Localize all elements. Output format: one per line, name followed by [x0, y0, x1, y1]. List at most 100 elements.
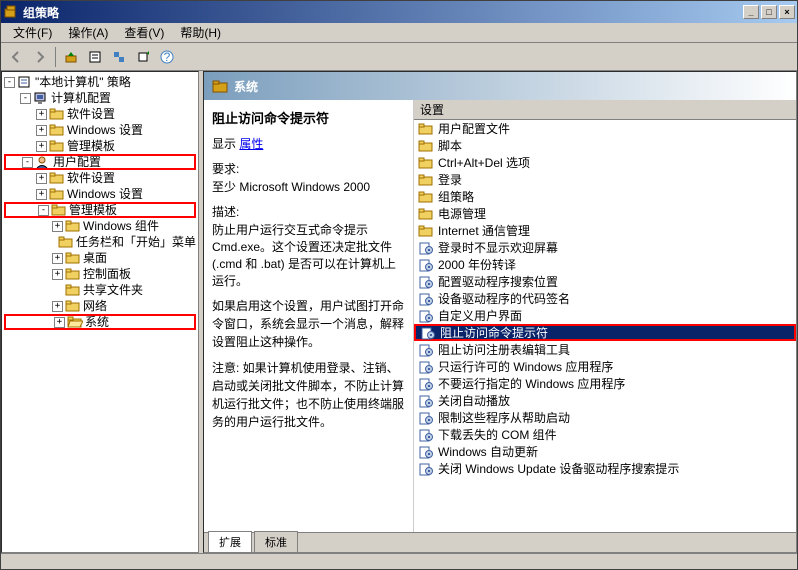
tree-item[interactable]: +Windows 组件 [4, 218, 196, 234]
list-item[interactable]: 关闭 Windows Update 设备驱动程序搜索提示 [414, 460, 796, 477]
folder-icon [418, 156, 434, 170]
tree-item[interactable]: +网络 [4, 298, 196, 314]
tree-pane[interactable]: -"本地计算机" 策略-计算机配置+软件设置+Windows 设置+管理模板-用… [1, 71, 199, 553]
tree-item-label: 共享文件夹 [83, 282, 143, 298]
expand-icon[interactable]: + [52, 253, 63, 264]
toolbar-separator [55, 47, 56, 67]
menu-help[interactable]: 帮助(H) [172, 22, 229, 43]
tree-item[interactable]: + 桌面 [4, 250, 196, 266]
tree-item-label: 桌面 [83, 250, 107, 266]
tree-item-label: 控制面板 [83, 266, 131, 282]
computer-icon [33, 91, 49, 105]
settings-list[interactable]: 设置 用户配置文件脚本Ctrl+Alt+Del 选项登录组策略电源管理Inter… [414, 100, 796, 532]
tree-item[interactable]: +管理模板 [4, 138, 196, 154]
tree-item[interactable]: 任务栏和「开始」菜单 [4, 234, 196, 250]
tree-item[interactable]: -管理模板 [4, 202, 196, 218]
tree-item[interactable]: -"本地计算机" 策略 [4, 74, 196, 90]
folder-icon [49, 171, 65, 185]
setting-icon [418, 428, 434, 442]
app-window: 组策略 _ □ × 文件(F) 操作(A) 查看(V) 帮助(H) ? -"本地… [0, 0, 798, 570]
menu-action[interactable]: 操作(A) [60, 22, 116, 43]
policy-icon [17, 75, 33, 89]
list-item-label: 下载丢失的 COM 组件 [438, 426, 557, 443]
list-item[interactable]: Internet 通信管理 [414, 222, 796, 239]
list-item[interactable]: Ctrl+Alt+Del 选项 [414, 154, 796, 171]
setting-icon [420, 326, 436, 340]
tree-item[interactable]: +系统 [4, 314, 196, 330]
list-item[interactable]: 限制这些程序从帮助启动 [414, 409, 796, 426]
close-button[interactable]: × [779, 5, 795, 19]
list-item-label: 设备驱动程序的代码签名 [438, 290, 570, 307]
tree-item[interactable]: -计算机配置 [4, 90, 196, 106]
folder-icon [65, 251, 81, 265]
menu-file[interactable]: 文件(F) [5, 22, 60, 43]
tree-item-label: Windows 设置 [67, 186, 143, 202]
collapse-icon[interactable]: - [38, 205, 49, 216]
expand-icon[interactable]: + [52, 301, 63, 312]
description-label: 描述: [212, 203, 405, 221]
export-button[interactable] [132, 46, 154, 68]
tree-item[interactable]: 共享文件夹 [4, 282, 196, 298]
expand-icon[interactable]: + [36, 173, 47, 184]
list-item[interactable]: 脚本 [414, 137, 796, 154]
setting-icon [418, 462, 434, 476]
properties-button[interactable] [84, 46, 106, 68]
expand-icon[interactable]: + [36, 125, 47, 136]
properties-link[interactable]: 属性 [239, 137, 263, 151]
list-item[interactable]: 只运行许可的 Windows 应用程序 [414, 358, 796, 375]
collapse-icon[interactable]: - [4, 77, 15, 88]
titlebar[interactable]: 组策略 _ □ × [1, 1, 797, 23]
tree-item-label: 用户配置 [53, 154, 101, 170]
list-item[interactable]: 下载丢失的 COM 组件 [414, 426, 796, 443]
refresh-button[interactable] [108, 46, 130, 68]
list-item[interactable]: Windows 自动更新 [414, 443, 796, 460]
svg-text:?: ? [164, 50, 171, 64]
toolbar: ? [1, 43, 797, 71]
expand-icon[interactable]: + [36, 189, 47, 200]
list-item-label: 2000 年份转译 [438, 256, 516, 273]
list-item[interactable]: 用户配置文件 [414, 120, 796, 137]
list-header[interactable]: 设置 [414, 100, 796, 120]
list-item[interactable]: 关闭自动播放 [414, 392, 796, 409]
list-item[interactable]: 阻止访问注册表编辑工具 [414, 341, 796, 358]
tab-standard[interactable]: 标准 [254, 531, 298, 552]
tab-extended[interactable]: 扩展 [208, 531, 252, 552]
up-button[interactable] [60, 46, 82, 68]
list-item-label: 限制这些程序从帮助启动 [438, 409, 570, 426]
list-item[interactable]: 登录时不显示欢迎屏幕 [414, 239, 796, 256]
tree-item[interactable]: +软件设置 [4, 170, 196, 186]
list-item[interactable]: 登录 [414, 171, 796, 188]
list-item[interactable]: 电源管理 [414, 205, 796, 222]
list-item[interactable]: 设备驱动程序的代码签名 [414, 290, 796, 307]
expand-icon[interactable]: + [52, 269, 63, 280]
forward-button[interactable] [29, 46, 51, 68]
tree-item[interactable]: + 控制面板 [4, 266, 196, 282]
tree-item[interactable]: +Windows 设置 [4, 122, 196, 138]
tree-item[interactable]: - 用户配置 [4, 154, 196, 170]
expand-icon[interactable]: + [54, 317, 65, 328]
list-item[interactable]: 配置驱动程序搜索位置 [414, 273, 796, 290]
tree-item[interactable]: + Windows 设置 [4, 186, 196, 202]
setting-icon [418, 309, 434, 323]
setting-icon [418, 360, 434, 374]
expand-icon[interactable]: + [36, 141, 47, 152]
list-item[interactable]: 自定义用户界面 [414, 307, 796, 324]
list-item[interactable]: 2000 年份转译 [414, 256, 796, 273]
expand-icon[interactable]: + [36, 109, 47, 120]
list-item[interactable]: 不要运行指定的 Windows 应用程序 [414, 375, 796, 392]
help-button[interactable]: ? [156, 46, 178, 68]
minimize-button[interactable]: _ [743, 5, 759, 19]
list-item-label: 脚本 [438, 137, 462, 154]
tree-item[interactable]: +软件设置 [4, 106, 196, 122]
maximize-button[interactable]: □ [761, 5, 777, 19]
folder-icon [418, 224, 434, 238]
setting-icon [418, 411, 434, 425]
menu-view[interactable]: 查看(V) [116, 22, 172, 43]
collapse-icon[interactable]: - [20, 93, 31, 104]
list-item[interactable]: 阻止访问命令提示符 [414, 324, 796, 341]
list-item[interactable]: 组策略 [414, 188, 796, 205]
collapse-icon[interactable]: - [22, 157, 33, 168]
folder-icon [58, 235, 74, 249]
expand-icon[interactable]: + [52, 221, 63, 232]
back-button[interactable] [5, 46, 27, 68]
